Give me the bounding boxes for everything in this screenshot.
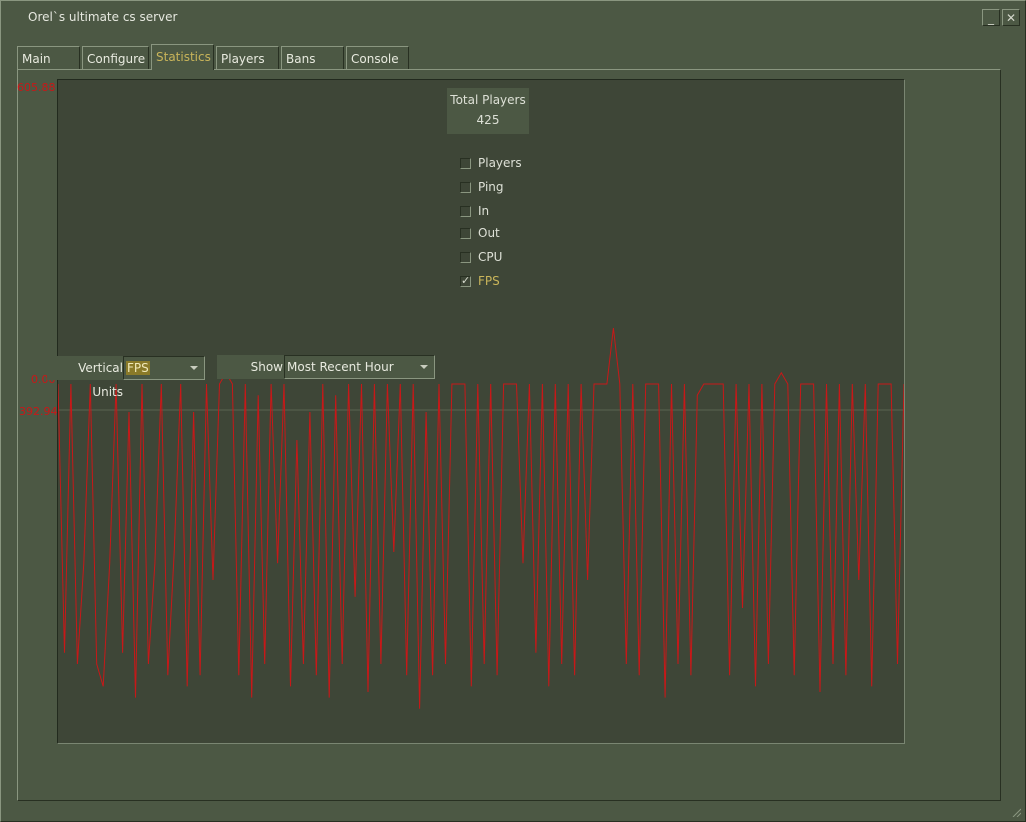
checkbox-label: Out	[478, 226, 500, 240]
checkbox-fps[interactable]: FPS	[460, 273, 500, 289]
tab-bans[interactable]: Bans	[281, 46, 344, 69]
checkbox-label: CPU	[478, 250, 503, 264]
tab-label: Bans	[286, 52, 316, 66]
fps-series-line	[58, 327, 904, 709]
tab-label: Statistics	[156, 50, 211, 64]
checkbox-out[interactable]: Out	[460, 225, 500, 241]
total-players-box: Total Players 425	[447, 88, 529, 134]
y-axis-max-label: 605.88	[17, 81, 56, 94]
checkbox-label: Players	[478, 156, 522, 170]
checkbox-box[interactable]	[460, 205, 471, 217]
tab-console[interactable]: Console	[346, 46, 409, 69]
checkbox-ping[interactable]: Ping	[460, 179, 504, 195]
tab-statistics[interactable]: Statistics	[151, 44, 214, 70]
main-window: Orel`s ultimate cs server _ ✕ Main Confi…	[0, 0, 1026, 822]
checkbox-box[interactable]	[460, 251, 471, 263]
window-title: Orel`s ultimate cs server	[28, 10, 178, 24]
tab-label: Console	[351, 52, 399, 66]
tab-configure[interactable]: Configure	[82, 46, 149, 69]
total-players-label: Total Players	[450, 93, 526, 107]
tab-players[interactable]: Players	[216, 46, 279, 69]
show-label: Show	[217, 355, 285, 379]
vertical-units-label: Vertical Units	[47, 356, 127, 399]
vertical-units-dropdown[interactable]: FPS	[123, 356, 205, 380]
close-icon: ✕	[1005, 10, 1017, 25]
chevron-down-icon	[190, 366, 198, 370]
resize-grip-icon[interactable]	[1011, 807, 1021, 817]
minimize-button[interactable]: _	[982, 9, 1000, 26]
chevron-down-icon	[420, 365, 428, 369]
time-range-dropdown[interactable]: Most Recent Hour	[284, 355, 435, 379]
checkbox-box[interactable]	[460, 227, 471, 239]
checkbox-label: In	[478, 204, 490, 218]
tab-main[interactable]: Main	[17, 46, 80, 69]
checkbox-players[interactable]: Players	[460, 155, 522, 171]
vertical-units-value: FPS	[126, 361, 150, 375]
tab-label: Players	[221, 52, 265, 66]
minimize-icon: _	[988, 10, 994, 25]
checkbox-in[interactable]: In	[460, 203, 489, 219]
time-range-value: Most Recent Hour	[287, 360, 394, 374]
close-button[interactable]: ✕	[1002, 9, 1020, 26]
y-axis-mid-label: 392.94	[19, 405, 58, 418]
total-players-value: 425	[476, 113, 500, 127]
tab-label: Main	[22, 52, 51, 66]
checkbox-label: FPS	[478, 274, 500, 288]
tab-label: Configure	[87, 52, 146, 66]
checkbox-label: Ping	[478, 180, 504, 194]
checkbox-box-checked[interactable]	[460, 274, 471, 287]
checkbox-box[interactable]	[460, 181, 471, 193]
checkbox-cpu[interactable]: CPU	[460, 249, 502, 265]
checkbox-box[interactable]	[460, 157, 471, 169]
